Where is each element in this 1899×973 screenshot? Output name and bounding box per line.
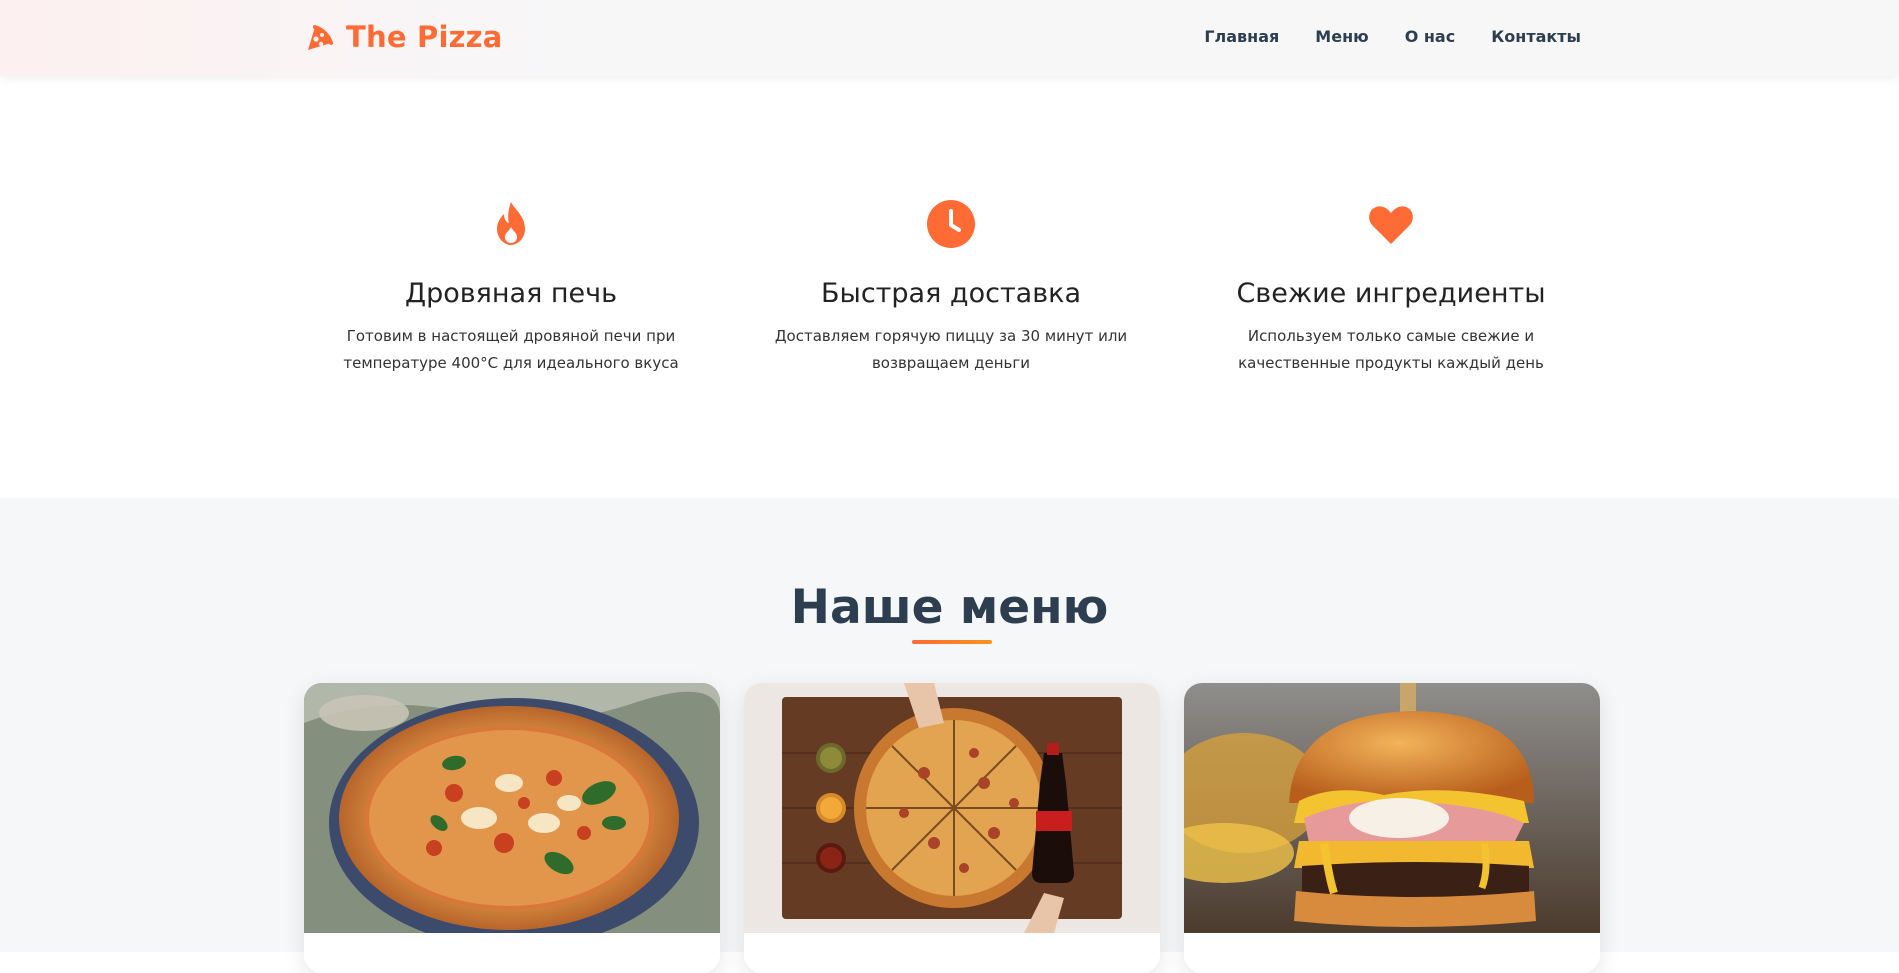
menu-card[interactable] xyxy=(1184,683,1600,973)
title-underline xyxy=(912,640,992,644)
menu-card[interactable] xyxy=(744,683,1160,973)
margherita-pizza-image xyxy=(304,683,720,933)
nav-link-home[interactable]: Главная xyxy=(1204,27,1279,46)
burger-image xyxy=(1184,683,1600,933)
menu-section: Наше меню xyxy=(0,498,1899,973)
logo-text: The Pizza xyxy=(346,20,503,54)
feature-fast-delivery: Быстрая доставка Доставляем горячую пицц… xyxy=(731,198,1171,377)
feature-title: Дровяная печь xyxy=(404,278,618,309)
feature-title: Свежие ингредиенты xyxy=(1236,278,1546,309)
main-nav: Главная Меню О нас Контакты xyxy=(1204,27,1581,46)
feature-text: Используем только самые свежие и качеств… xyxy=(1238,327,1544,372)
pizza-slice-icon xyxy=(308,25,333,50)
pepperoni-pizza-board-image xyxy=(744,683,1160,933)
nav-link-menu[interactable]: Меню xyxy=(1315,27,1368,46)
logo[interactable]: The Pizza xyxy=(302,19,503,55)
nav-link-about[interactable]: О нас xyxy=(1405,27,1456,46)
feature-wood-oven: Дровяная печь Готовим в настоящей дровян… xyxy=(291,198,731,377)
menu-section-title: Наше меню xyxy=(790,580,1109,635)
feature-text: Доставляем горячую пиццу за 30 минут или… xyxy=(774,327,1128,372)
clock-icon xyxy=(927,200,975,248)
site-header: The Pizza Главная Меню О нас Контакты xyxy=(0,0,1899,76)
features-section: Дровяная печь Готовим в настоящей дровян… xyxy=(0,76,1899,498)
heart-icon xyxy=(1369,206,1413,244)
menu-card[interactable] xyxy=(304,683,720,973)
feature-text: Готовим в настоящей дровяной печи при те… xyxy=(343,327,679,372)
feature-title: Быстрая доставка xyxy=(821,278,1081,309)
fire-icon xyxy=(497,202,525,245)
feature-fresh-ingredients: Свежие ингредиенты Используем только сам… xyxy=(1171,198,1611,377)
nav-link-contacts[interactable]: Контакты xyxy=(1491,27,1581,46)
